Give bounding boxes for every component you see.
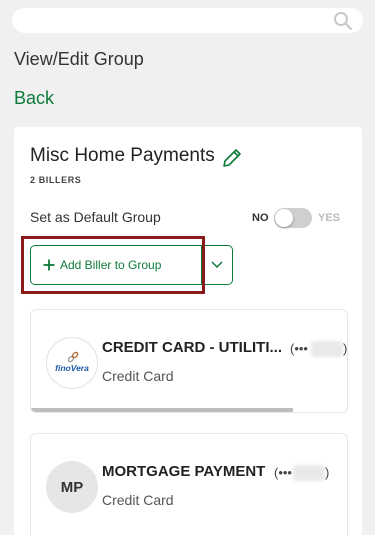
add-biller-dropdown-button[interactable] bbox=[202, 246, 232, 284]
search-icon[interactable] bbox=[333, 11, 353, 31]
default-group-label: Set as Default Group bbox=[30, 209, 161, 225]
search-bar[interactable] bbox=[12, 8, 363, 33]
add-biller-button[interactable]: Add Biller to Group bbox=[31, 246, 201, 284]
add-biller-split-button: Add Biller to Group bbox=[30, 245, 233, 285]
back-link[interactable]: Back bbox=[14, 88, 54, 109]
masked-account-close: ) bbox=[343, 341, 348, 356]
horizontal-scrollbar[interactable] bbox=[31, 408, 293, 412]
chevron-down-icon bbox=[211, 261, 223, 269]
billers-count: 2 BILLERS bbox=[30, 175, 82, 185]
group-name: Misc Home Payments bbox=[30, 145, 215, 166]
biller-name: MORTGAGE PAYMENT bbox=[102, 463, 266, 480]
link-icon bbox=[67, 351, 79, 363]
masked-account: (••• bbox=[290, 341, 308, 356]
biller-type: Credit Card bbox=[102, 368, 174, 384]
page-title: View/Edit Group bbox=[14, 49, 144, 69]
plus-icon bbox=[43, 259, 55, 271]
finovera-logo: finoVera bbox=[55, 351, 89, 373]
biller-card[interactable]: MP MORTGAGE PAYMENT (••• ) Credit Card bbox=[30, 433, 348, 535]
biller-logo: finoVera bbox=[46, 337, 98, 389]
biller-name: CREDIT CARD - UTILITI... bbox=[102, 339, 282, 356]
biller-type: Credit Card bbox=[102, 492, 174, 508]
masked-account-close: ) bbox=[325, 465, 330, 480]
add-biller-label: Add Biller to Group bbox=[60, 258, 162, 272]
toggle-no-label: NO bbox=[252, 212, 269, 224]
logo-text: finoVera bbox=[55, 363, 89, 373]
group-card: Misc Home Payments 2 BILLERS Set as Defa… bbox=[14, 127, 362, 535]
toggle-knob bbox=[275, 209, 293, 227]
biller-card[interactable]: finoVera CREDIT CARD - UTILITI... (••• )… bbox=[30, 309, 348, 413]
toggle-yes-label: YES bbox=[318, 212, 341, 224]
masked-account-blur bbox=[311, 341, 343, 357]
masked-account: (••• bbox=[274, 465, 292, 480]
pencil-icon[interactable] bbox=[220, 146, 244, 170]
default-group-toggle[interactable] bbox=[274, 208, 312, 228]
avatar: MP bbox=[46, 461, 98, 513]
masked-account-blur bbox=[293, 465, 325, 481]
